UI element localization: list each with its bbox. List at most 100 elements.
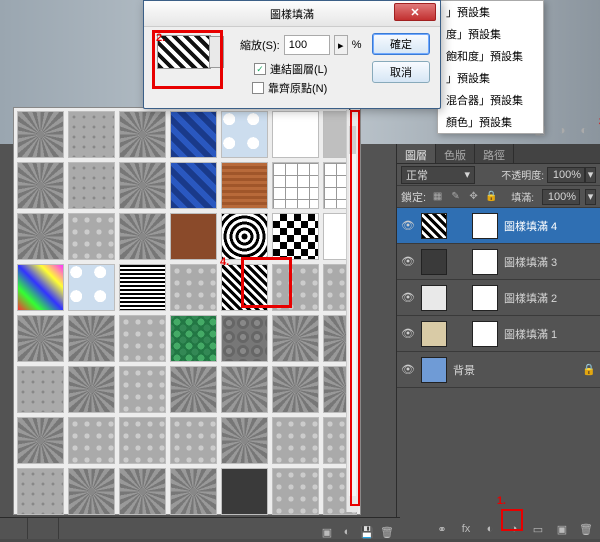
pattern-swatch[interactable] [221, 111, 268, 158]
status-icon[interactable]: 💾 [360, 525, 374, 539]
layer-thumbnail[interactable] [421, 357, 447, 383]
pattern-swatch[interactable] [272, 315, 319, 362]
layer-thumbnail[interactable] [421, 285, 447, 311]
layer-name[interactable]: 圖樣填滿 1 [504, 326, 557, 342]
mini-icon[interactable]: ◑ [554, 122, 570, 138]
pattern-swatch[interactable] [17, 162, 64, 209]
tab-layers[interactable]: 圖層 [397, 144, 436, 163]
opacity-input[interactable]: 100% [547, 167, 585, 183]
pattern-swatch[interactable] [221, 315, 268, 362]
scale-input[interactable]: 100 [284, 35, 330, 55]
layer-mask-thumbnail[interactable] [472, 249, 498, 275]
layer-name[interactable]: 圖樣填滿 4 [504, 218, 557, 234]
snap-origin-button[interactable] [252, 82, 264, 94]
fx-icon[interactable]: fx [458, 521, 474, 537]
lock-transparency-icon[interactable]: ▦ [431, 190, 444, 203]
pattern-swatch[interactable] [68, 417, 115, 464]
pattern-swatch[interactable] [68, 315, 115, 362]
pattern-swatch[interactable] [17, 366, 64, 413]
pattern-swatch[interactable] [272, 213, 319, 260]
pattern-swatch[interactable] [221, 468, 268, 515]
visibility-eye-icon[interactable]: 👁 [401, 219, 415, 232]
pattern-swatch[interactable] [272, 366, 319, 413]
pattern-swatch[interactable] [119, 468, 166, 515]
layer-thumbnail[interactable] [421, 321, 447, 347]
lock-brush-icon[interactable]: ✎ [449, 190, 462, 203]
pattern-swatch[interactable] [17, 468, 64, 515]
layer-name[interactable]: 背景 [453, 362, 475, 378]
preset-item[interactable]: 顏色」預設集 [438, 111, 543, 133]
pattern-swatch[interactable] [17, 264, 64, 311]
group-icon[interactable]: ▭ [530, 521, 546, 537]
pattern-swatch[interactable] [272, 162, 319, 209]
mini-icon[interactable]: ◐ [576, 122, 592, 138]
pattern-swatch[interactable] [170, 264, 217, 311]
pattern-swatch[interactable] [119, 366, 166, 413]
layer-thumbnail[interactable] [421, 249, 447, 275]
layer-mask-thumbnail[interactable] [472, 321, 498, 347]
ok-button[interactable]: 確定 [372, 33, 430, 55]
preset-item[interactable]: 度」預設集 [438, 23, 543, 45]
pattern-swatch[interactable] [119, 264, 166, 311]
link-layers-icon[interactable]: ⚭ [434, 521, 450, 537]
pattern-swatch[interactable] [272, 111, 319, 158]
pattern-swatch[interactable] [68, 213, 115, 260]
link-layer-checkbox[interactable]: ✓ [254, 63, 266, 75]
pattern-swatch[interactable] [221, 213, 268, 260]
pattern-swatch[interactable] [119, 417, 166, 464]
pattern-swatch[interactable] [170, 366, 217, 413]
pattern-swatch[interactable] [68, 264, 115, 311]
pattern-swatch[interactable] [17, 213, 64, 260]
pattern-swatch[interactable] [17, 417, 64, 464]
pattern-swatch[interactable] [272, 417, 319, 464]
pattern-swatch[interactable] [68, 162, 115, 209]
layer-mask-thumbnail[interactable] [472, 213, 498, 239]
pattern-swatch[interactable] [68, 468, 115, 515]
pattern-swatch[interactable] [221, 366, 268, 413]
dialog-titlebar[interactable]: 圖樣填滿 ✕ [144, 1, 440, 27]
layer-row[interactable]: 👁 圖樣填滿 1 [397, 316, 600, 352]
close-button[interactable]: ✕ [394, 3, 436, 21]
tab-channels[interactable]: 色版 [436, 144, 475, 163]
pattern-swatch[interactable] [221, 417, 268, 464]
pattern-swatch[interactable] [170, 417, 217, 464]
pattern-swatch[interactable] [119, 162, 166, 209]
visibility-eye-icon[interactable]: 👁 [401, 327, 415, 340]
pattern-swatch[interactable] [119, 213, 166, 260]
layer-row[interactable]: 👁 圖樣填滿 3 [397, 244, 600, 280]
status-icon[interactable]: 🗑 [380, 525, 394, 539]
pattern-swatch[interactable] [170, 468, 217, 515]
lock-all-icon[interactable]: 🔒 [485, 190, 498, 203]
visibility-eye-icon[interactable]: 👁 [401, 291, 415, 304]
preset-item[interactable]: 飽和度」預設集 [438, 45, 543, 67]
new-layer-icon[interactable]: ▣ [554, 521, 570, 537]
scale-stepper[interactable]: ▸ [334, 35, 348, 55]
pattern-swatch[interactable] [170, 111, 217, 158]
visibility-eye-icon[interactable]: 👁 [401, 255, 415, 268]
opacity-dropdown-icon[interactable]: ▾ [585, 167, 596, 183]
pattern-swatch[interactable] [68, 366, 115, 413]
tab-paths[interactable]: 路徑 [475, 144, 514, 163]
pattern-swatch[interactable] [17, 315, 64, 362]
fill-dropdown-icon[interactable]: ▾ [585, 189, 596, 205]
layer-mask-icon[interactable]: ◐ [482, 521, 498, 537]
lock-move-icon[interactable]: ✥ [467, 190, 480, 203]
pattern-swatch[interactable] [272, 468, 319, 515]
status-icon[interactable]: ▣ [320, 525, 334, 539]
pattern-swatch[interactable] [170, 162, 217, 209]
visibility-eye-icon[interactable]: 👁 [401, 363, 415, 376]
pattern-swatch[interactable] [68, 111, 115, 158]
layer-thumbnail[interactable] [421, 213, 447, 239]
preset-item[interactable]: 混合器」預設集 [438, 89, 543, 111]
preset-item[interactable]: 」預設集 [438, 67, 543, 89]
pattern-swatch[interactable] [221, 162, 268, 209]
blend-mode-dropdown[interactable]: 正常 ▾ [401, 166, 475, 184]
layer-name[interactable]: 圖樣填滿 3 [504, 254, 557, 270]
layer-name[interactable]: 圖樣填滿 2 [504, 290, 557, 306]
pattern-swatch[interactable] [119, 315, 166, 362]
cancel-button[interactable]: 取消 [372, 61, 430, 83]
pattern-swatch[interactable] [17, 111, 64, 158]
pattern-swatch[interactable] [170, 213, 217, 260]
status-icon[interactable]: ◐ [340, 525, 354, 539]
layer-row[interactable]: 👁 圖樣填滿 4 [397, 208, 600, 244]
